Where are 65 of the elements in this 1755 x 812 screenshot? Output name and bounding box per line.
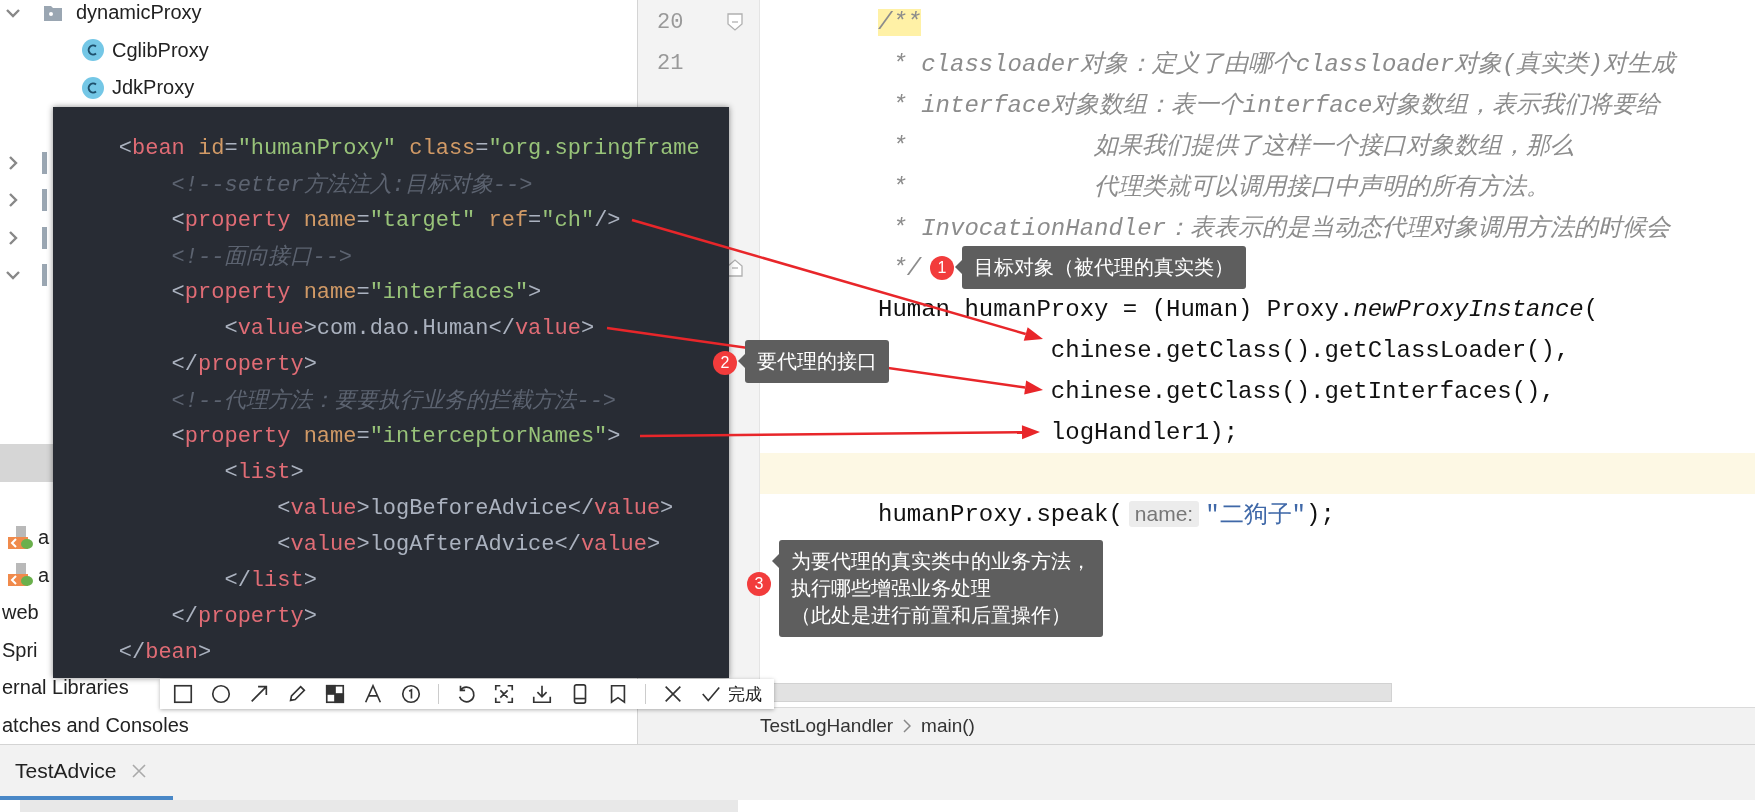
code-line: <bean id="humanProxy" class="org.springframe — [117, 135, 700, 161]
tree-item-label[interactable]: Spri — [2, 638, 38, 662]
code-line: chinese.getClass().getInterfaces(), — [1049, 377, 1555, 405]
code-line: <!--setter方法注入:目标对象--> — [170, 171, 533, 199]
breadcrumb-item[interactable]: main() — [921, 715, 975, 737]
code-line: <list> — [223, 459, 304, 485]
code-line: Human humanProxy = (Human) Proxy.newProxyInstance( — [878, 295, 1599, 323]
code-line: */ — [891, 254, 922, 282]
code-line: <property name="target" ref="ch"/> — [170, 207, 621, 233]
class-icon — [82, 39, 104, 62]
code-line: * 代理类就可以调用接口中声明的所有方法。 — [891, 172, 1551, 202]
code-text: ); — [1306, 500, 1335, 528]
callout-text: 为要代理的真实类中的业务方法， — [791, 549, 1091, 574]
code-line: </property> — [170, 351, 317, 377]
tree-item-label[interactable]: a — [38, 563, 50, 587]
download-icon[interactable] — [531, 683, 553, 705]
tree-item-label[interactable]: CglibProxy — [112, 38, 209, 62]
code-text: humanProxy.speak( — [878, 500, 1123, 528]
xml-file-icon — [8, 562, 34, 589]
code-line: </list> — [223, 567, 317, 593]
code-line: <!--代理方法：要要执行业务的拦截方法--> — [170, 387, 617, 415]
crop-icon[interactable] — [493, 683, 515, 705]
code-text: "二狗子" — [1205, 501, 1307, 530]
tab-label[interactable]: TestAdvice — [15, 758, 117, 783]
tree-item-label[interactable]: a — [38, 526, 50, 550]
close-icon[interactable] — [662, 683, 684, 705]
annotation-callout: 要代理的接口 — [745, 340, 889, 383]
code-line: <!--面向接口--> — [170, 243, 353, 271]
mosaic-icon[interactable] — [324, 683, 346, 705]
code-line: * InvocationHandler：表表示的是当动态代理对象调用方法的时候会 — [891, 213, 1671, 243]
xml-file-icon — [8, 524, 34, 551]
tree-item-label[interactable]: dynamicProxy — [76, 1, 202, 25]
numbered-marker-icon[interactable] — [400, 683, 422, 705]
number-badge: 3 — [747, 572, 771, 596]
code-line: * interface对象数组：表一个interface对象数组，表示我们将要给 — [891, 91, 1661, 120]
code-line: <value>com.dao.Human</value> — [223, 315, 595, 341]
code-line: <property name="interfaces"> — [170, 279, 542, 305]
text-tool-icon[interactable] — [362, 683, 384, 705]
annotation-callout: 目标对象（被代理的真实类） — [962, 246, 1246, 289]
code-line: </bean> — [117, 639, 212, 665]
chevron-right-icon — [903, 719, 912, 733]
code-line: </property> — [170, 603, 317, 629]
done-button[interactable]: 完成 — [700, 682, 762, 706]
breadcrumb-item[interactable]: TestLogHandler — [760, 715, 894, 737]
code-line: chinese.getClass().getClassLoader(), — [1049, 336, 1570, 364]
code-line: <value>logAfterAdvice</value> — [276, 531, 661, 557]
folder-icon — [44, 4, 62, 21]
code-line: <value>logBeforeAdvice</value> — [276, 495, 674, 521]
code-line: logHandler1); — [1049, 418, 1239, 446]
class-icon — [82, 76, 104, 99]
parameter-hint: name: — [1128, 501, 1200, 527]
circle-icon[interactable] — [210, 683, 232, 705]
line-number: 20 — [657, 9, 685, 35]
number-badge: 1 — [930, 256, 954, 280]
tree-item-label[interactable]: ernal Libraries — [2, 676, 129, 700]
tree-item-label[interactable]: JdkProxy — [112, 76, 195, 100]
callout-text: （此处是进行前置和后置操作） — [791, 603, 1071, 628]
arrow-icon[interactable] — [248, 683, 270, 705]
tree-item-label[interactable]: atches and Consoles — [2, 713, 189, 737]
line-number: 21 — [657, 50, 685, 76]
code-line: <property name="interceptorNames"> — [170, 423, 621, 449]
tree-item-label[interactable]: web — [2, 601, 39, 625]
callout-text: 执行哪些增强业务处理 — [791, 576, 991, 601]
code-line: * 如果我们提供了这样一个接口对象数组，那么 — [891, 132, 1575, 161]
rectangle-icon[interactable] — [172, 683, 194, 705]
